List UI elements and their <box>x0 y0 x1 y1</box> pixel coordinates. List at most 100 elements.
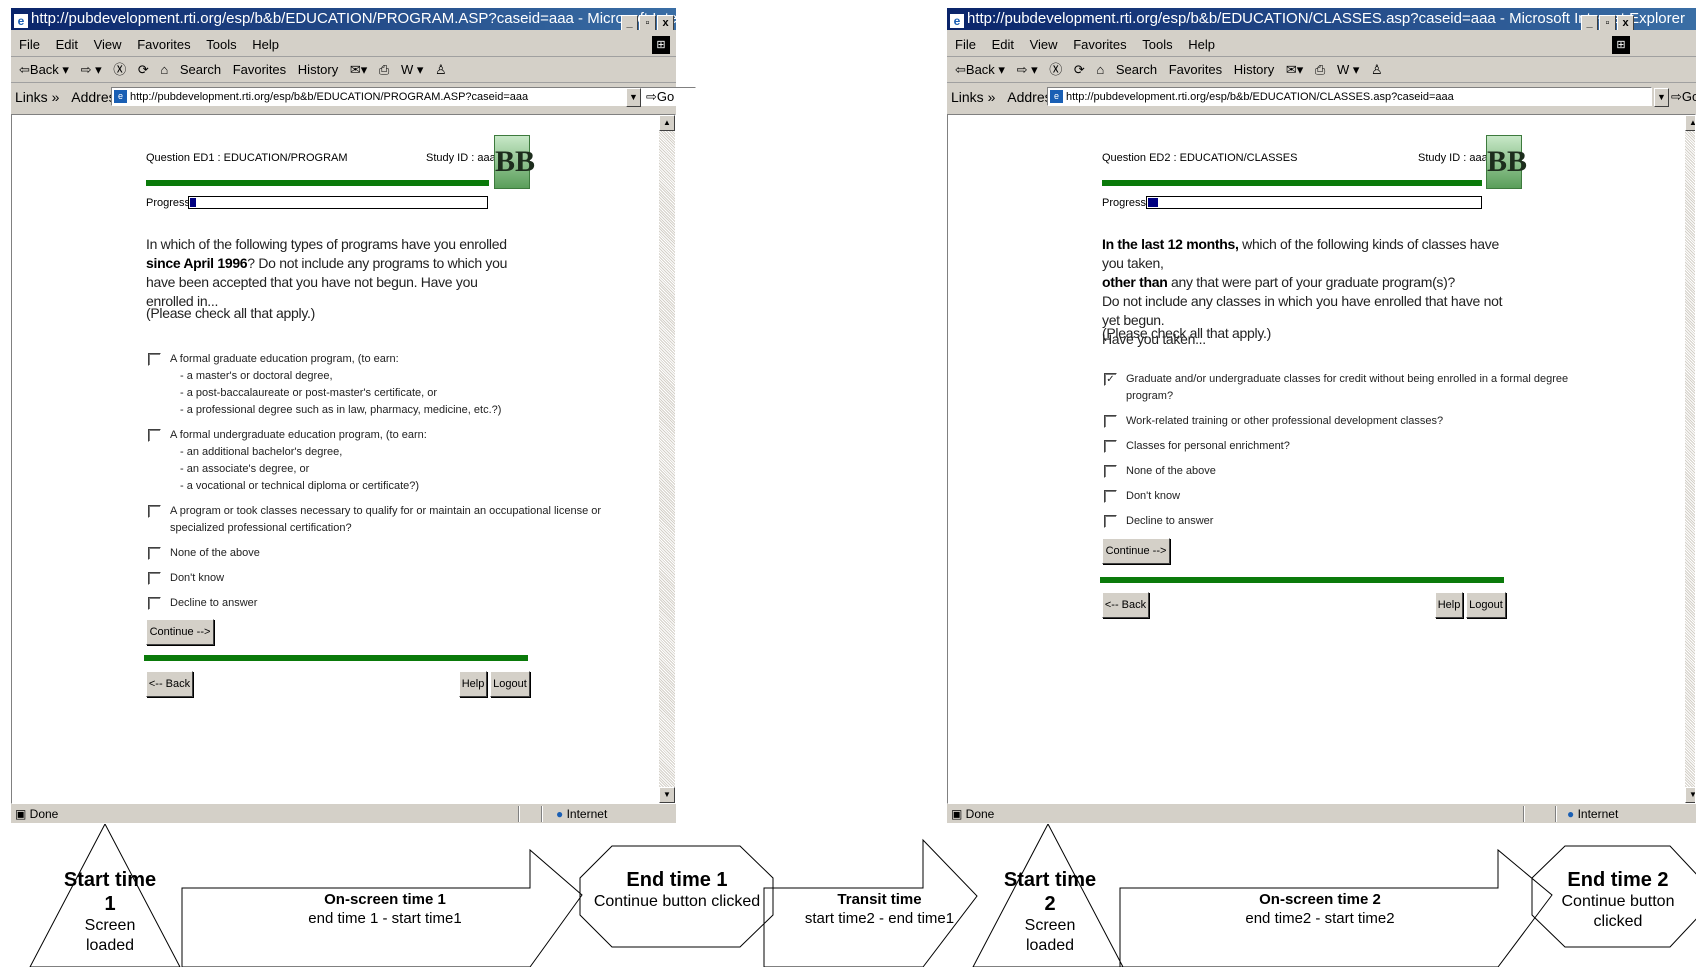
option-label: Work-related training or other professio… <box>1126 415 1444 427</box>
option-checkbox[interactable] <box>1104 515 1117 528</box>
close-icon[interactable]: x <box>657 15 674 30</box>
window-controls: _ ▫ x <box>1580 11 1634 30</box>
edit-icon[interactable]: W ▾ <box>401 62 423 77</box>
maximize-icon[interactable]: ▫ <box>639 15 656 30</box>
option-checkbox[interactable] <box>1104 490 1117 503</box>
history-button[interactable]: History <box>1234 62 1274 77</box>
refresh-icon[interactable]: ⟳ <box>1074 62 1085 77</box>
back-button-page[interactable]: <-- Back <box>146 671 193 697</box>
browser-window-1: e http://pubdevelopment.rti.org/esp/b&b/E… <box>11 8 696 823</box>
go-label: Go <box>656 89 675 104</box>
menu-favorites[interactable]: Favorites <box>1073 37 1126 52</box>
logout-button[interactable]: Logout <box>490 671 530 697</box>
links-label[interactable]: Links » <box>951 89 995 105</box>
back-button[interactable]: ⇦Back ▾ <box>955 62 1005 77</box>
minimize-icon[interactable]: _ <box>1581 15 1598 30</box>
option-checkbox[interactable] <box>1104 440 1117 453</box>
question-line-2: other than any that were part of your gr… <box>1102 273 1504 292</box>
option-label: Decline to answer <box>170 597 258 609</box>
mail-icon[interactable]: ✉▾ <box>350 62 367 77</box>
menu-help[interactable]: Help <box>252 37 279 52</box>
menu-file[interactable]: File <box>955 37 976 52</box>
menu-view[interactable]: View <box>1030 37 1058 52</box>
messenger-icon[interactable]: ♙ <box>1371 62 1383 77</box>
menu-favorites[interactable]: Favorites <box>137 37 190 52</box>
toolbar: ⇦Back ▾ ⇨ ▾ Ⓧ ⟳ ⌂ Search Favorites Histo… <box>947 58 1696 83</box>
links-label[interactable]: Links » <box>15 89 59 105</box>
scroll-down-icon[interactable]: ▼ <box>1685 787 1695 803</box>
option-checkbox[interactable] <box>148 429 161 442</box>
instruction: (Please check all that apply.) <box>146 305 315 321</box>
option-checkbox[interactable] <box>148 597 161 610</box>
menu-file[interactable]: File <box>19 37 40 52</box>
continue-button[interactable]: Continue --> <box>146 619 214 645</box>
url-input[interactable]: e http://pubdevelopment.rti.org/esp/b&b/… <box>1047 87 1652 106</box>
forward-button[interactable]: ⇨ ▾ <box>1017 62 1038 77</box>
menu-tools[interactable]: Tools <box>1142 37 1172 52</box>
vertical-scrollbar[interactable]: ▲ ▼ <box>1685 115 1695 803</box>
onscreen-2-label: On-screen time 2 end time2 - start time2 <box>1190 890 1450 928</box>
go-button[interactable]: ⇨Go <box>1671 84 1696 110</box>
favorites-button[interactable]: Favorites <box>233 62 286 77</box>
option-checkbox[interactable] <box>1104 465 1117 478</box>
scroll-up-icon[interactable]: ▲ <box>659 115 675 131</box>
option-label: Graduate and/or undergraduate classes fo… <box>1126 373 1569 385</box>
close-icon[interactable]: x <box>1617 15 1634 30</box>
url-dropdown-icon[interactable]: ▼ <box>626 88 641 107</box>
option-checkbox[interactable]: ✓ <box>1104 373 1117 386</box>
start-2-title: Start time 2 <box>1003 869 1097 915</box>
url-dropdown-icon[interactable]: ▼ <box>1654 88 1669 107</box>
home-icon[interactable]: ⌂ <box>160 62 168 77</box>
option-checkbox[interactable] <box>1104 415 1117 428</box>
logout-button[interactable]: Logout <box>1466 592 1506 618</box>
back-button[interactable]: ⇦Back ▾ <box>19 62 69 77</box>
option-label: Don't know <box>1126 490 1181 502</box>
progress-label: Progress: <box>1102 197 1150 209</box>
status-divider <box>1555 806 1557 822</box>
history-button[interactable]: History <box>298 62 338 77</box>
stop-icon[interactable]: Ⓧ <box>113 62 126 77</box>
timing-diagram: Start time 1 Screen loaded On-screen time… <box>0 824 1696 967</box>
mail-icon[interactable]: ✉▾ <box>1286 62 1303 77</box>
end-2-label: End time 2 Continue button clicked <box>1540 868 1696 932</box>
progress-fill <box>190 198 196 207</box>
continue-button[interactable]: Continue --> <box>1102 538 1170 564</box>
status-divider <box>518 806 520 822</box>
option-label: - an associate's degree, or <box>180 463 310 475</box>
option-checkbox[interactable] <box>148 572 161 585</box>
favorites-button[interactable]: Favorites <box>1169 62 1222 77</box>
url-input[interactable]: e http://pubdevelopment.rti.org/esp/b&b/… <box>111 87 696 106</box>
option-checkbox[interactable] <box>148 353 161 366</box>
forward-button[interactable]: ⇨ ▾ <box>81 62 102 77</box>
edit-icon[interactable]: W ▾ <box>1337 62 1359 77</box>
back-button-page[interactable]: <-- Back <box>1102 592 1149 618</box>
help-button[interactable]: Help <box>1435 592 1463 618</box>
option-checkbox[interactable] <box>148 505 161 518</box>
vertical-scrollbar[interactable]: ▲ ▼ <box>659 115 675 803</box>
menu-edit[interactable]: Edit <box>992 37 1014 52</box>
minimize-icon[interactable]: _ <box>621 15 638 30</box>
menu-help[interactable]: Help <box>1188 37 1215 52</box>
progress-bar <box>188 196 488 209</box>
menu-edit[interactable]: Edit <box>56 37 78 52</box>
go-button[interactable]: ⇨Go <box>646 84 674 110</box>
stop-icon[interactable]: Ⓧ <box>1049 62 1062 77</box>
end-1-sub: Continue button clicked <box>593 893 761 910</box>
option-checkbox[interactable] <box>148 547 161 560</box>
scroll-up-icon[interactable]: ▲ <box>1685 115 1695 131</box>
instruction: (Please check all that apply.) <box>1102 325 1271 341</box>
messenger-icon[interactable]: ♙ <box>435 62 447 77</box>
menu-tools[interactable]: Tools <box>206 37 236 52</box>
print-icon[interactable]: ⎙ <box>379 62 389 77</box>
refresh-icon[interactable]: ⟳ <box>138 62 149 77</box>
search-button[interactable]: Search <box>180 62 221 77</box>
search-button[interactable]: Search <box>1116 62 1157 77</box>
home-icon[interactable]: ⌂ <box>1096 62 1104 77</box>
help-button[interactable]: Help <box>459 671 487 697</box>
scroll-down-icon[interactable]: ▼ <box>659 787 675 803</box>
menu-view[interactable]: View <box>94 37 122 52</box>
print-icon[interactable]: ⎙ <box>1315 62 1325 77</box>
maximize-icon[interactable]: ▫ <box>1599 15 1616 30</box>
status-text: ▣ Done <box>951 807 995 821</box>
question-text-pre: In which of the following types of progr… <box>146 236 507 252</box>
